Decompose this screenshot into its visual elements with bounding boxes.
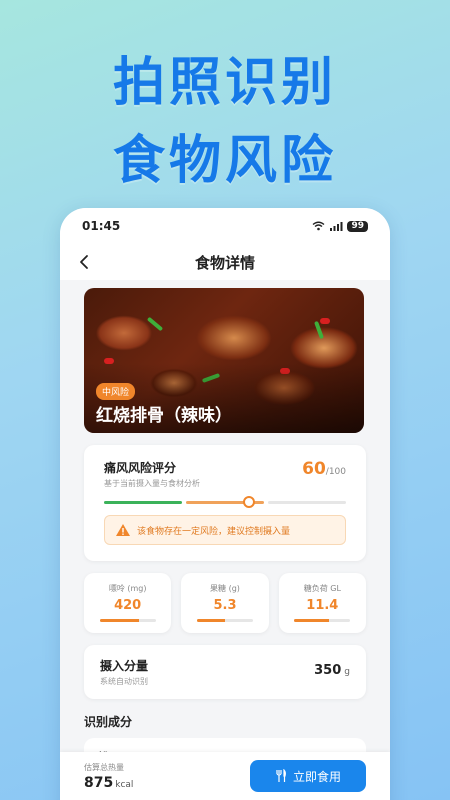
stat-value: 11.4 bbox=[306, 598, 339, 613]
ingredients-title: 识别成分 bbox=[84, 715, 133, 729]
portion-subtitle: 系统自动识别 bbox=[100, 677, 148, 686]
food-name: 红烧排骨（辣味） bbox=[96, 406, 232, 426]
headline-line2: 食物风险 bbox=[112, 131, 337, 191]
cutlery-icon bbox=[276, 769, 286, 782]
stat-purine: 嘌呤 (mg) 420 bbox=[84, 573, 172, 633]
wifi-icon bbox=[313, 221, 325, 231]
battery-icon: 99 bbox=[347, 220, 368, 232]
stat-label: 嘌呤 (mg) bbox=[108, 584, 147, 593]
risk-level-knob bbox=[243, 496, 256, 508]
risk-tag: 中风险 bbox=[96, 383, 136, 400]
nav-title: 食物详情 bbox=[194, 253, 255, 272]
eat-now-label: 立即食用 bbox=[292, 769, 341, 784]
bottom-bar: 估算总热量 875 kcal 立即食用 bbox=[60, 752, 390, 800]
stat-bar bbox=[294, 619, 351, 622]
warning-text: 该食物存在一定风险，建议控制摄入量 bbox=[137, 526, 291, 537]
portion-value: 350 g bbox=[314, 663, 350, 678]
calorie-value: 875 kcal bbox=[84, 774, 134, 791]
stat-value: 5.3 bbox=[213, 598, 237, 613]
stat-bar bbox=[196, 619, 253, 622]
phone-frame: 01:45 99 食物详情 中风险 红烧排骨（辣味） 痛风风险评分 基于当前摄入… bbox=[60, 208, 390, 800]
food-photo: 中风险 红烧排骨（辣味） bbox=[84, 288, 364, 433]
headline-line1: 拍照识别 bbox=[112, 53, 337, 113]
calorie-summary: 估算总热量 875 kcal bbox=[84, 762, 133, 791]
stat-fructose: 果糖 (g) 5.3 bbox=[181, 573, 269, 633]
eat-now-button[interactable]: 立即食用 bbox=[250, 760, 366, 792]
stat-label: 果糖 (g) bbox=[210, 584, 240, 593]
stat-glycemic-load: 糖负荷 GL 11.4 bbox=[278, 573, 366, 633]
portion-card[interactable]: 摄入分量 系统自动识别 350 g bbox=[84, 645, 366, 699]
risk-warning: 该食物存在一定风险，建议控制摄入量 bbox=[104, 515, 346, 545]
stat-label: 糖负荷 GL bbox=[303, 584, 341, 593]
status-time: 01:45 bbox=[82, 219, 121, 233]
back-arrow-icon[interactable] bbox=[76, 253, 94, 271]
nav-bar: 食物详情 bbox=[60, 244, 390, 280]
risk-score-card: 痛风风险评分 基于当前摄入量与食材分析 60/100 该食物存在一定风险，建议控… bbox=[84, 445, 366, 561]
status-bar: 01:45 99 bbox=[60, 208, 390, 244]
risk-subtitle: 基于当前摄入量与食材分析 bbox=[104, 479, 200, 488]
risk-score-max: /100 bbox=[325, 467, 346, 477]
portion-title: 摄入分量 bbox=[100, 659, 149, 673]
risk-level-bar bbox=[104, 496, 346, 508]
stat-bar bbox=[99, 619, 156, 622]
signal-icon bbox=[330, 222, 343, 231]
stat-value: 420 bbox=[114, 598, 142, 613]
status-icons: 99 bbox=[312, 220, 368, 232]
nutrient-stats: 嘌呤 (mg) 420 果糖 (g) 5.3 糖负荷 GL 11.4 bbox=[84, 573, 366, 633]
risk-score: 60/100 bbox=[302, 459, 346, 479]
calorie-label: 估算总热量 bbox=[84, 762, 124, 772]
warning-icon bbox=[116, 524, 130, 536]
risk-score-value: 60 bbox=[302, 459, 326, 479]
content: 中风险 红烧排骨（辣味） 痛风风险评分 基于当前摄入量与食材分析 60/100 … bbox=[60, 280, 390, 776]
